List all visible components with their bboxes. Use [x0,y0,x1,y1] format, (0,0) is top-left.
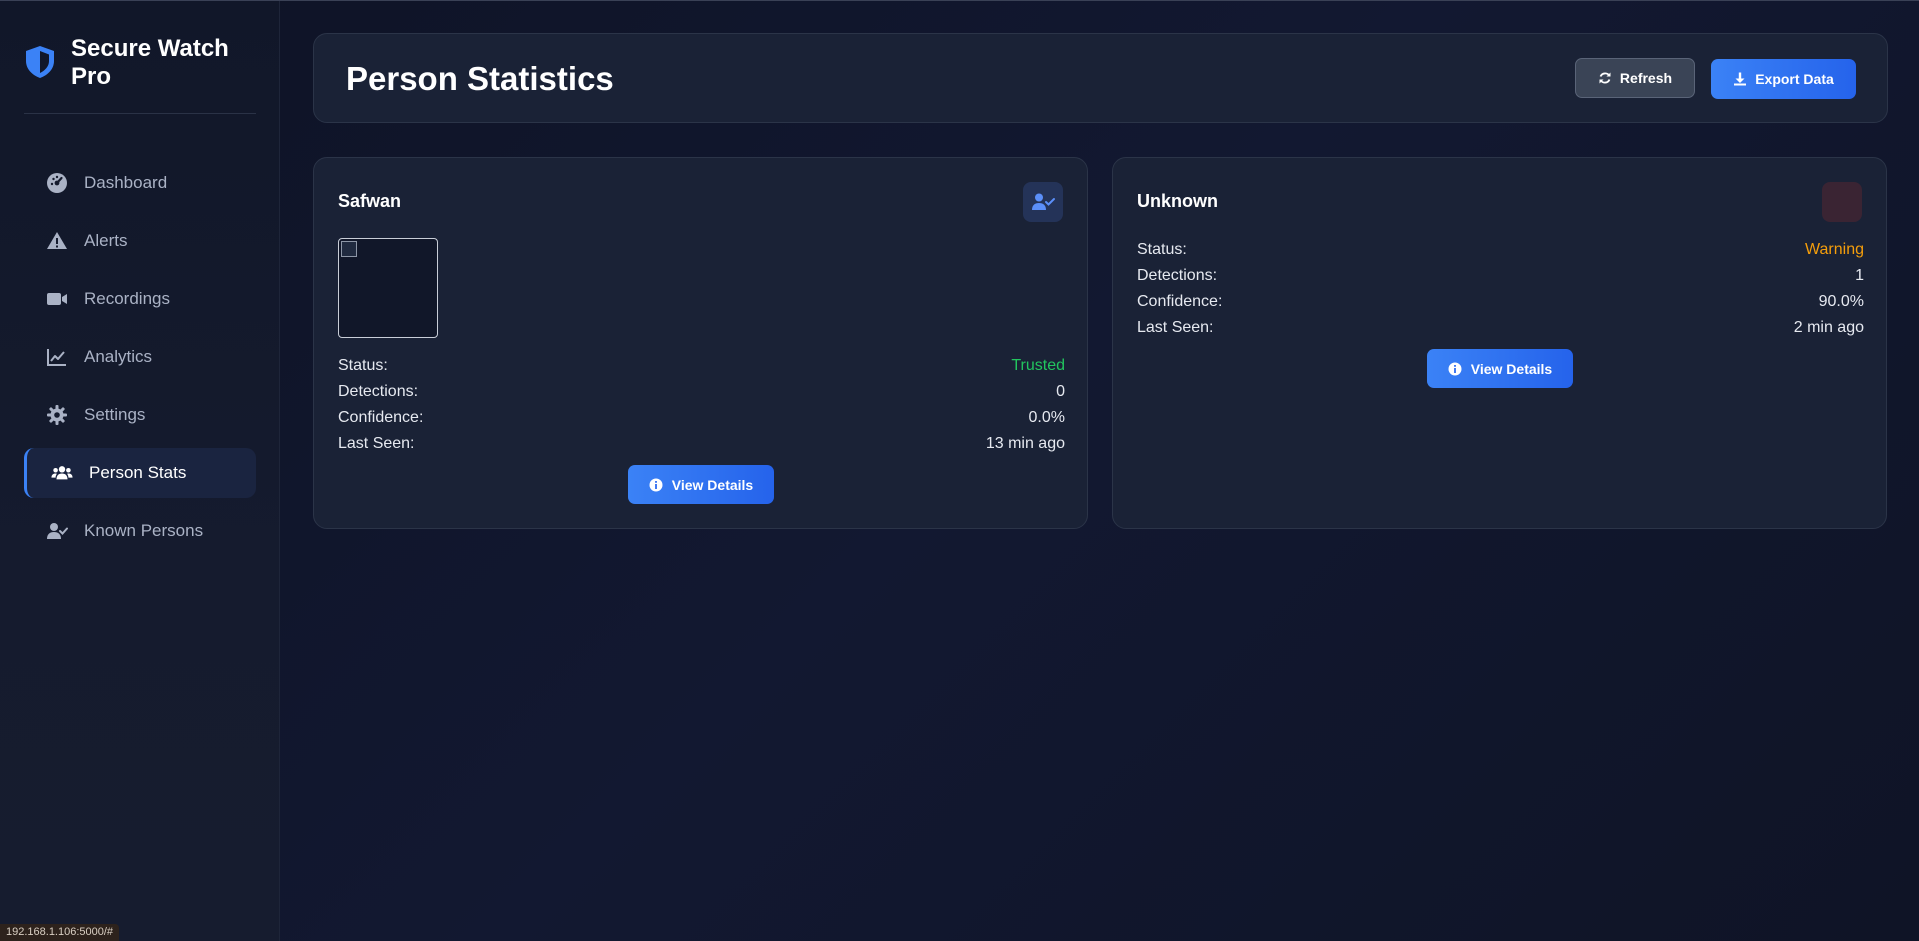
export-button-label: Export Data [1755,71,1834,87]
refresh-icon [1599,72,1611,84]
person-card: Unknown Status: Warning Detections: 1 Co… [1112,157,1887,529]
sidebar-item-settings[interactable]: Settings [24,390,256,440]
confidence-value: 90.0% [1818,293,1864,310]
stat-label: Confidence: [1137,293,1223,310]
person-name: Safwan [338,191,402,211]
gear-icon [47,405,67,425]
status-bar-url: 192.168.1.106:5000/# [0,924,120,941]
status-value: Trusted [1011,357,1065,374]
warning-badge [1822,182,1862,222]
sidebar-item-label: Recordings [84,289,170,308]
stat-label: Status: [1137,241,1187,258]
page-header: Person Statistics Refresh Export Data [313,33,1888,123]
shield-icon [26,46,54,78]
page-title: Person Statistics [346,60,614,97]
person-stats: Status: Warning Detections: 1 Confidence… [1137,237,1864,341]
download-icon [1734,72,1747,86]
window-top-border [0,0,1919,1]
sidebar: Secure Watch Pro Dashboard Alerts Record… [0,1,280,941]
stat-label: Status: [338,357,388,374]
last-seen-value: 13 min ago [985,435,1065,452]
stat-label: Last Seen: [338,435,415,452]
dashboard-icon [47,173,67,193]
view-details-label: View Details [1470,360,1553,377]
brand[interactable]: Secure Watch Pro [24,35,241,91]
export-data-button[interactable]: Export Data [1711,59,1856,99]
sidebar-item-label: Dashboard [84,173,168,192]
sidebar-item-label: Settings [84,405,146,424]
stat-row-detections: Detections: 1 [1137,263,1864,289]
app-name: Secure Watch Pro [71,35,229,90]
sidebar-item-label: Known Persons [84,521,204,540]
stat-row-status: Status: Warning [1137,237,1864,263]
sidebar-nav: Dashboard Alerts Recordings Analytics Se… [24,158,256,564]
view-details-button[interactable]: View Details [628,465,774,504]
person-photo [338,238,438,338]
broken-image-icon [341,241,357,257]
sidebar-item-person-stats[interactable]: Person Stats [24,448,256,498]
user-check-icon [47,523,68,539]
sidebar-item-recordings[interactable]: Recordings [24,274,256,324]
sidebar-item-dashboard[interactable]: Dashboard [24,158,256,208]
info-icon [649,478,663,491]
stat-label: Last Seen: [1137,319,1214,336]
info-icon [1448,362,1462,375]
sidebar-item-label: Analytics [84,347,153,366]
view-details-button[interactable]: View Details [1427,349,1573,388]
stat-label: Confidence: [338,409,424,426]
stat-row-confidence: Confidence: 0.0% [338,405,1065,431]
detections-value: 0 [1056,383,1065,400]
confidence-value: 0.0% [1028,409,1065,426]
sidebar-item-known-persons[interactable]: Known Persons [24,506,256,556]
warning-icon [47,232,67,249]
sidebar-item-label: Person Stats [89,463,187,482]
person-card: Safwan Status: Trusted Detections: 0 Con… [313,157,1088,529]
detections-value: 1 [1855,267,1864,284]
status-value: Warning [1805,241,1864,258]
person-name: Unknown [1137,191,1218,211]
sidebar-divider [24,113,256,114]
refresh-button-label: Refresh [1619,70,1673,86]
chart-line-icon [47,349,66,366]
video-icon [47,293,67,305]
person-stats: Status: Trusted Detections: 0 Confidence… [338,353,1065,457]
stat-row-last-seen: Last Seen: 13 min ago [338,431,1065,457]
user-check-icon [1032,193,1055,210]
stat-row-confidence: Confidence: 90.0% [1137,289,1864,315]
sidebar-item-alerts[interactable]: Alerts [24,216,256,266]
stat-row-detections: Detections: 0 [338,379,1065,405]
stat-label: Detections: [338,383,419,400]
sidebar-item-analytics[interactable]: Analytics [24,332,256,382]
trusted-badge [1023,182,1063,222]
stat-label: Detections: [1137,267,1218,284]
users-icon [51,466,73,480]
refresh-button[interactable]: Refresh [1575,58,1695,98]
sidebar-item-label: Alerts [84,231,128,250]
view-details-label: View Details [671,476,754,493]
last-seen-value: 2 min ago [1793,319,1864,336]
stat-row-last-seen: Last Seen: 2 min ago [1137,315,1864,341]
stat-row-status: Status: Trusted [338,353,1065,379]
